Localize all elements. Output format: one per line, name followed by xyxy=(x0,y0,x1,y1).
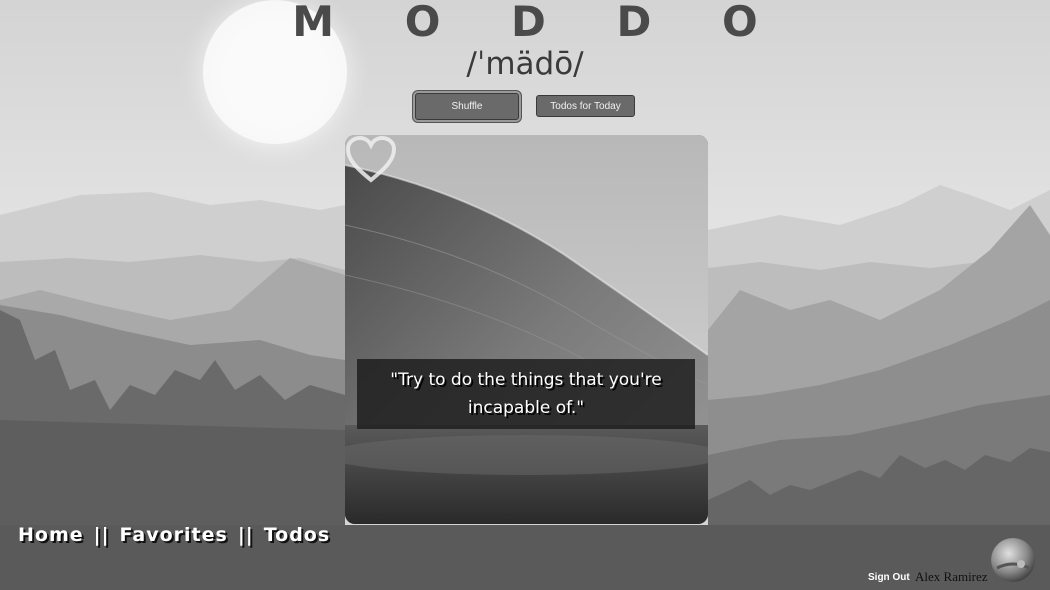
quote-box: "Try to do the things that you're incapa… xyxy=(357,359,695,429)
quote-text: "Try to do the things that you're incapa… xyxy=(390,366,661,422)
quote-line-1: "Try to do the things that you're xyxy=(390,370,662,390)
bottom-nav: Home || Favorites || Todos xyxy=(18,524,330,546)
quote-card: "Try to do the things that you're incapa… xyxy=(345,135,708,524)
nav-todos-link[interactable]: Todos xyxy=(264,524,330,546)
avatar-image[interactable] xyxy=(991,538,1035,582)
user-name: Alex Ramirez xyxy=(915,569,988,584)
sign-out-button[interactable]: Sign Out xyxy=(868,572,910,583)
app-title: M O D D O xyxy=(292,0,786,46)
nav-separator: || xyxy=(237,524,254,546)
todos-for-today-button[interactable]: Todos for Today xyxy=(536,95,635,117)
nav-favorites-link[interactable]: Favorites xyxy=(120,524,228,546)
nav-home-link[interactable]: Home xyxy=(18,524,84,546)
app-phonetic: /ˈmädō/ xyxy=(466,46,584,82)
shuffle-button[interactable]: Shuffle xyxy=(415,93,519,120)
wave-photo xyxy=(345,135,708,524)
nav-separator: || xyxy=(93,524,110,546)
heart-outline-icon[interactable] xyxy=(345,135,397,185)
quote-line-2: incapable of." xyxy=(467,398,585,418)
